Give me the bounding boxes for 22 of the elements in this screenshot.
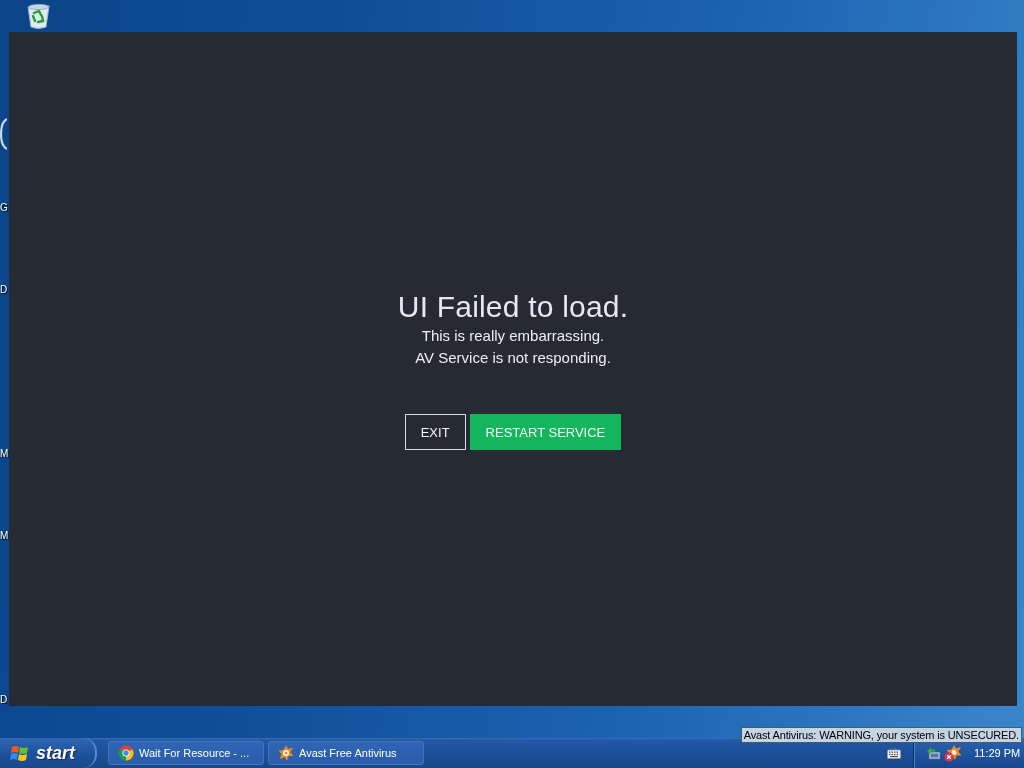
error-title: UI Failed to load. (397, 289, 629, 325)
exit-button[interactable]: EXIT (404, 414, 466, 450)
antivirus-alert-icon[interactable] (944, 744, 962, 762)
desktop-icon-label: D (0, 694, 8, 706)
desktop-icon-label: G (0, 202, 8, 214)
keyboard-icon[interactable] (887, 747, 901, 759)
recycle-bin-icon[interactable] (24, 2, 52, 30)
desktop-icon-label: D (0, 284, 8, 296)
desktop-shortcut-icon[interactable] (0, 118, 7, 150)
error-message: This is really embarrassing. (421, 326, 605, 346)
network-icon[interactable] (925, 745, 941, 761)
start-button[interactable]: start (0, 738, 97, 768)
desktop-icon-label: M (0, 530, 9, 542)
windows-logo-icon (10, 743, 30, 763)
error-message: AV Service is not responding. (415, 348, 611, 368)
antivirus-icon (278, 745, 294, 761)
clock: 11:29 PM (974, 747, 1021, 759)
tooltip: Avast Antivirus: WARNING, your system is UNSECURED. (740, 727, 1022, 743)
browser-icon (118, 745, 134, 761)
taskbar-button[interactable]: Avast Free Antivirus (268, 741, 424, 765)
taskbar-button[interactable]: Wait For Resource - ... (108, 741, 264, 765)
desktop-icon-label: M (0, 448, 9, 460)
